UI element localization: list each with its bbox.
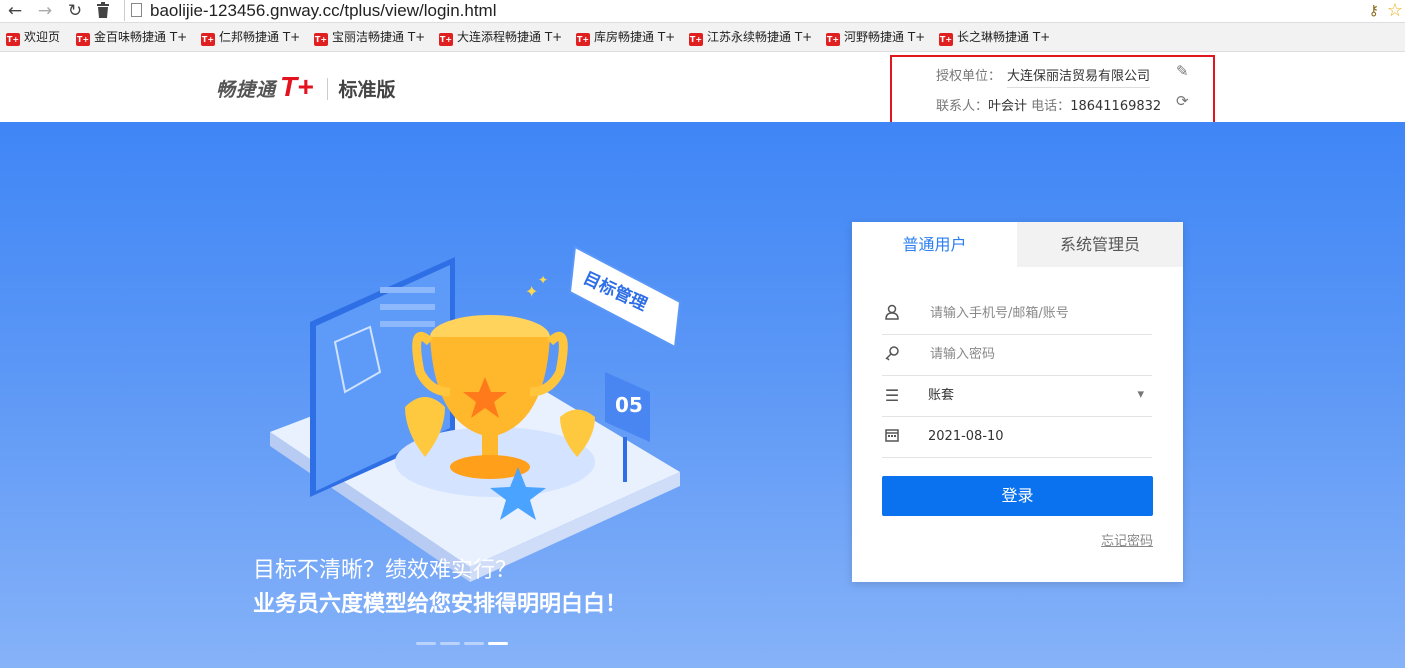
- bookmark-favicon-icon: T+: [576, 33, 590, 46]
- contact-phone: 18641169832: [1070, 99, 1162, 114]
- password-placeholder: 请输入密码: [930, 347, 996, 362]
- star-icon[interactable]: ☆: [1387, 0, 1403, 22]
- bookmark-favicon-icon: T+: [6, 33, 20, 46]
- bookmark-favicon-icon: T+: [201, 33, 215, 46]
- bookmark-favicon-icon: T+: [439, 33, 453, 46]
- logo-brand: 畅捷通: [216, 79, 277, 101]
- carousel-dot[interactable]: [416, 642, 436, 645]
- logo-mark: T+: [280, 71, 314, 102]
- bookmark-item[interactable]: T+ 库房畅捷通 T+: [576, 29, 676, 46]
- forgot-password-link[interactable]: 忘记密码: [1101, 530, 1153, 549]
- illustration-number-text: 05: [615, 393, 643, 417]
- reload-icon[interactable]: ↻: [64, 0, 86, 22]
- bookmark-label: 仁邦畅捷通 T+: [219, 30, 301, 44]
- login-button[interactable]: 登录: [882, 476, 1153, 516]
- bookmark-label: 长之琳畅捷通 T+: [957, 30, 1051, 44]
- trash-icon[interactable]: [92, 0, 114, 22]
- site-header: 畅捷通 T+ 标准版 授权单位： 大连保丽洁贸易有限公司 ✎ 联系人：叶会计 电话：1…: [0, 52, 1405, 139]
- slogan-line-1: 目标不清晰？绩效难实行？: [253, 558, 518, 583]
- carousel-dot-active[interactable]: [488, 642, 508, 645]
- bookmarks-bar: T+ 欢迎页 T+ 金百味畅捷通 T+ T+ 仁邦畅捷通 T+ T+ 宝丽洁畅捷通 T+…: [0, 23, 1405, 52]
- bookmark-label: 大连添程畅捷通 T+: [457, 30, 563, 44]
- bookmark-item[interactable]: T+ 河野畅捷通 T+: [826, 29, 926, 46]
- username-placeholder: 请输入手机号/邮箱/账号: [930, 306, 1069, 321]
- browser-toolbar: ← → ↻ baolijie-123456.gnway.cc/tplus/vie…: [0, 0, 1405, 23]
- hero-banner: 目标管理 05 ✦ ✦ 目标不清晰？绩效难实行？ 业务员六度模型给您安排得明明白…: [0, 122, 1405, 668]
- slogan-line-2: 业务员六度模型给您安排得明明白白！: [253, 592, 628, 617]
- bookmark-favicon-icon: T+: [314, 33, 328, 46]
- phone-label: 电话：: [1031, 99, 1071, 114]
- carousel-dot[interactable]: [464, 642, 484, 645]
- svg-text:✦: ✦: [525, 282, 538, 301]
- logo: 畅捷通 T+ 标准版: [216, 72, 396, 102]
- chevron-down-icon[interactable]: ▾: [1137, 385, 1144, 405]
- address-bar[interactable]: baolijie-123456.gnway.cc/tplus/view/logi…: [124, 0, 1366, 21]
- date-field[interactable]: 2021-08-10: [882, 417, 1152, 458]
- bookmark-item[interactable]: T+ 大连添程畅捷通 T+: [439, 29, 563, 46]
- edition-label: 标准版: [338, 79, 396, 101]
- bookmark-label: 河野畅捷通 T+: [844, 30, 926, 44]
- key-icon: [882, 345, 902, 365]
- contact-label: 联系人：: [936, 99, 989, 114]
- account-set-select[interactable]: ☰ 账套 ▾: [882, 376, 1152, 417]
- user-icon: [882, 304, 902, 324]
- bookmark-item[interactable]: T+ 欢迎页: [6, 29, 61, 46]
- menu-icon: ☰: [884, 386, 900, 405]
- bookmark-label: 欢迎页: [24, 30, 61, 44]
- bookmark-item[interactable]: T+ 长之琳畅捷通 T+: [939, 29, 1051, 46]
- bookmark-favicon-icon: T+: [689, 33, 703, 46]
- bookmark-favicon-icon: T+: [939, 33, 953, 46]
- carousel-indicators: [416, 642, 511, 646]
- edit-icon[interactable]: ✎: [1176, 62, 1189, 80]
- bookmark-label: 库房畅捷通 T+: [594, 30, 676, 44]
- bookmark-item[interactable]: T+ 仁邦畅捷通 T+: [201, 29, 301, 46]
- license-company: 大连保丽洁贸易有限公司: [1007, 65, 1151, 88]
- carousel-dot[interactable]: [440, 642, 460, 645]
- license-contact-row: 联系人：叶会计 电话：18641169832: [936, 95, 1161, 114]
- account-set-label: 账套: [928, 388, 955, 403]
- key-icon[interactable]: ⚷: [1369, 0, 1379, 22]
- svg-text:✦: ✦: [538, 273, 548, 287]
- bookmark-favicon-icon: T+: [76, 33, 90, 46]
- password-field[interactable]: 请输入密码: [882, 335, 1152, 376]
- username-field[interactable]: 请输入手机号/邮箱/账号: [882, 294, 1152, 335]
- tab-normal-user[interactable]: 普通用户: [852, 222, 1017, 267]
- tab-system-admin[interactable]: 系统管理员: [1017, 222, 1183, 267]
- bookmark-favicon-icon: T+: [826, 33, 840, 46]
- bookmark-item[interactable]: T+ 江苏永续畅捷通 T+: [689, 29, 813, 46]
- bookmark-label: 金百味畅捷通 T+: [94, 30, 188, 44]
- bookmark-item[interactable]: T+ 宝丽洁畅捷通 T+: [314, 29, 426, 46]
- login-panel: 普通用户 系统管理员 请输入手机号/邮箱/账号 请输入密码 ☰ 账套 ▾ 202…: [852, 222, 1183, 582]
- arrow-right-icon[interactable]: →: [34, 0, 56, 22]
- bookmark-item[interactable]: T+ 金百味畅捷通 T+: [76, 29, 188, 46]
- bookmark-label: 江苏永续畅捷通 T+: [707, 30, 813, 44]
- calendar-icon: [882, 427, 902, 447]
- contact-name: 叶会计: [988, 99, 1028, 114]
- license-unit-row: 授权单位： 大连保丽洁贸易有限公司: [936, 65, 1151, 88]
- date-value: 2021-08-10: [928, 429, 1004, 444]
- refresh-icon[interactable]: ⟳: [1176, 92, 1189, 110]
- logo-divider: [327, 78, 329, 100]
- bookmark-label: 宝丽洁畅捷通 T+: [332, 30, 426, 44]
- url-text: baolijie-123456.gnway.cc/tplus/view/logi…: [150, 1, 497, 20]
- arrow-left-icon[interactable]: ←: [4, 0, 26, 22]
- license-unit-label: 授权单位：: [936, 69, 1002, 84]
- page-icon: [131, 3, 142, 17]
- login-tabs: 普通用户 系统管理员: [852, 222, 1183, 267]
